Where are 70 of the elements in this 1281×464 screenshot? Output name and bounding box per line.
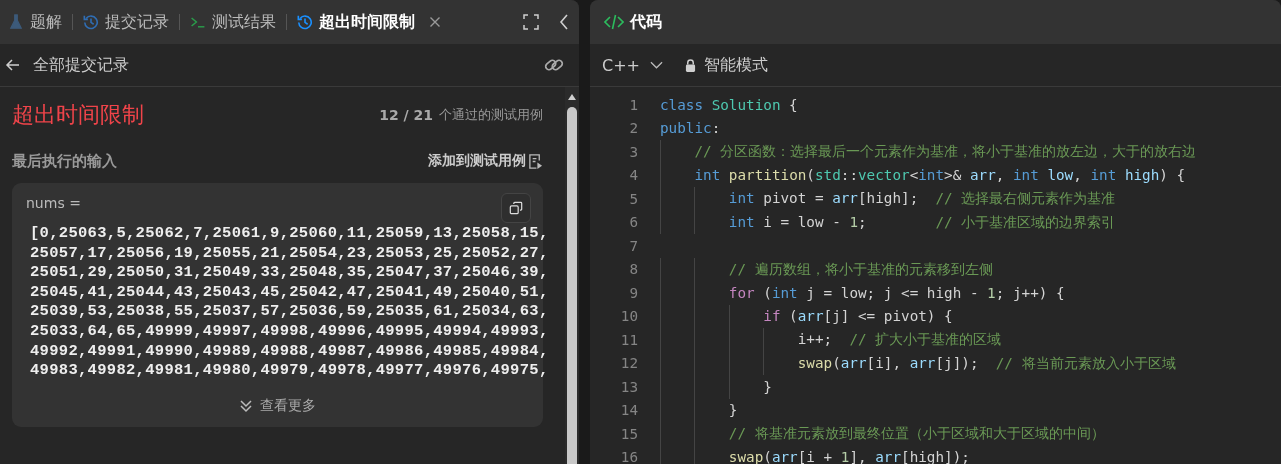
tab[interactable]: 测试结果 <box>188 7 278 37</box>
scroll-up-icon[interactable] <box>567 93 577 101</box>
code-line: } <box>762 378 772 395</box>
value-text: 49992,49991,49990,49989,49988,49987,49986,49985,49984, <box>30 341 549 362</box>
scrollbar-thumb[interactable] <box>567 107 577 464</box>
code-line: swap(arr[i], arr[j]); // 将当前元素放入小于区域 <box>796 353 1176 373</box>
line-number: 7 <box>628 237 638 254</box>
code-icon <box>604 14 624 30</box>
add-testcase-button[interactable]: 添加到测试用例 <box>428 152 543 170</box>
line-number: 14 <box>619 402 638 419</box>
line-number: 11 <box>619 331 638 348</box>
code-line: if (arr[j] <= pivot) { <box>762 308 953 325</box>
collapse-icon[interactable] <box>559 14 569 30</box>
code-line: int pivot = arr[high]; // 选择最右侧元素作为基准 <box>727 189 1116 209</box>
tab[interactable]: 题解 <box>6 7 64 37</box>
line-number: 8 <box>628 261 638 278</box>
back-link[interactable]: 全部提交记录 <box>33 54 129 76</box>
line-number: 5 <box>628 190 638 207</box>
language-dropdown[interactable]: C++ <box>602 55 663 75</box>
line-number: 15 <box>619 425 638 442</box>
tab[interactable]: 超出时间限制 <box>295 7 443 37</box>
code-line: public: <box>660 120 721 137</box>
code-line: i++; // 扩大小于基准的区域 <box>796 330 1002 350</box>
close-icon[interactable] <box>429 16 441 28</box>
history-icon <box>297 14 313 30</box>
panel-title: 代码 <box>630 11 662 33</box>
mode-label: 智能模式 <box>704 54 768 76</box>
value-text: [0,25063,5,25062,7,25061,9,25060,11,25059,13,25058,15, <box>30 224 549 244</box>
code-line: // 分区函数：选择最后一个元素作为基准，将小于基准的放左边，大于的放右边 <box>693 142 1197 162</box>
scrollbar[interactable] <box>565 87 579 464</box>
code-line: } <box>727 402 738 419</box>
line-number: 10 <box>619 308 638 325</box>
line-number: 4 <box>628 167 638 184</box>
value-text: 25045,41,25044,43,25043,45,25042,47,25041,49,25040,51, <box>30 282 549 303</box>
copy-icon <box>509 201 523 215</box>
passed-count: 12 / 21 <box>379 107 433 123</box>
variable-label: nums = <box>26 195 81 211</box>
back-arrow-icon[interactable] <box>5 57 21 73</box>
code-line: // 遍历数组，将小于基准的元素移到左侧 <box>727 259 993 279</box>
code-line: int partition(std::vector<int>& arr, int low, int high) { <box>693 167 1186 184</box>
chevrons-down-icon <box>239 398 253 413</box>
line-number: 9 <box>628 284 638 301</box>
code-line: int i = low - 1; // 小于基准区域的边界索引 <box>727 212 1116 232</box>
code-line: for (int j = low; j <= high - 1; j++) { <box>727 284 1065 301</box>
result-status: 超出时间限制 <box>12 101 144 129</box>
code-line: // 将基准元素放到最终位置（小于区域和大于区域的中间） <box>727 424 1105 444</box>
add-file-icon <box>528 152 543 170</box>
value-text: 25051,29,25050,31,25049,33,25048,35,25047,37,25046,39, <box>30 263 549 283</box>
code-line: class Solution { <box>660 96 798 113</box>
fullscreen-icon[interactable] <box>523 14 539 30</box>
lock-icon <box>685 58 696 72</box>
value-text: 25033,64,65,49999,49997,49998,49996,49995,49994,49993, <box>30 321 549 342</box>
line-number: 3 <box>628 143 638 160</box>
history-icon <box>83 14 99 30</box>
copy-button[interactable] <box>501 193 531 223</box>
tab[interactable]: 提交记录 <box>81 7 171 37</box>
chevron-down-icon <box>650 61 663 69</box>
line-number: 13 <box>619 378 638 395</box>
flask-icon <box>8 14 24 30</box>
section-heading: 最后执行的输入 <box>12 151 117 171</box>
line-number: 16 <box>619 449 638 464</box>
line-number: 2 <box>628 120 638 137</box>
value-text: 25057,17,25056,19,25055,21,25054,23,25053,25,25052,27, <box>30 243 549 264</box>
line-number: 6 <box>628 214 638 231</box>
line-number: 12 <box>619 355 638 372</box>
show-more-button[interactable]: 查看更多 <box>235 394 320 417</box>
passed-label: 个通过的测试用例 <box>439 106 543 124</box>
value-text: 25039,53,25038,55,25037,57,25036,59,25035,61,25034,63, <box>30 302 549 322</box>
line-number: 1 <box>628 96 638 113</box>
value-text: 49983,49982,49981,49980,49979,49978,49977,49976,49975, <box>30 361 549 381</box>
